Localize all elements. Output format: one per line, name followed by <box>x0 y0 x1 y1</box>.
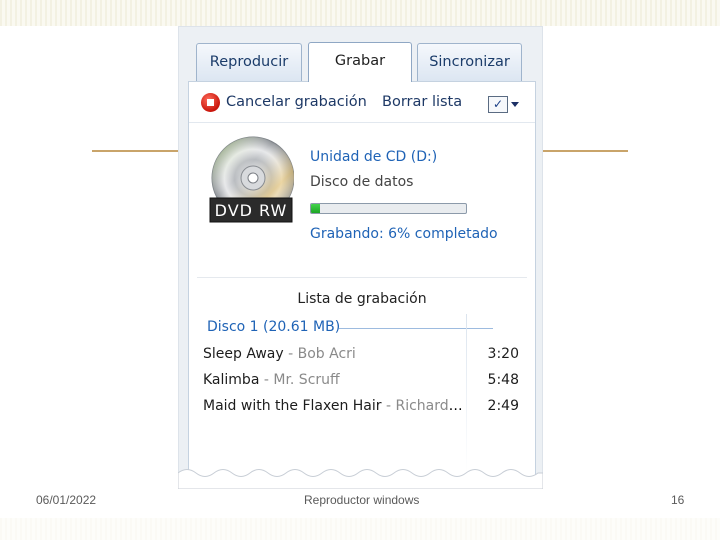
tab-sync[interactable]: Sincronizar <box>417 43 522 81</box>
track-main: Maid with the Flaxen Hair - Richard ... <box>203 398 465 414</box>
slide-decoration-line-right <box>540 150 628 152</box>
burn-status: Grabando: 6% completado <box>310 226 498 242</box>
tab-play[interactable]: Reproducir <box>196 43 302 81</box>
disc-header-rule <box>339 328 493 329</box>
media-player-screenshot: Reproducir Grabar Sincronizar Cancelar g… <box>178 26 543 489</box>
stop-icon <box>201 92 220 112</box>
track-row[interactable]: Kalimba - Mr. Scruff 5:48 <box>203 372 523 394</box>
footer-page-number: 16 <box>671 493 685 507</box>
track-main: Kalimba - Mr. Scruff <box>203 372 465 388</box>
clear-list-button[interactable]: Borrar lista <box>382 90 462 114</box>
track-separator: - <box>259 372 274 388</box>
track-artist: Bob Acri <box>297 346 356 362</box>
section-divider <box>197 277 527 278</box>
track-separator: - <box>381 398 396 414</box>
slide-background-strip-bottom <box>0 518 720 540</box>
slide-background-strip <box>0 0 720 26</box>
torn-edge <box>178 469 543 489</box>
disc-header[interactable]: Disco 1 (20.61 MB) <box>207 319 340 335</box>
track-title: Kalimba <box>203 372 260 388</box>
track-row[interactable]: Maid with the Flaxen Hair - Richard ... … <box>203 398 523 420</box>
track-artist: Mr. Scruff <box>273 372 340 388</box>
column-divider <box>466 314 467 474</box>
burn-progress-fill <box>311 204 321 213</box>
cancel-burn-button[interactable]: Cancelar grabación <box>201 90 367 114</box>
drive-name[interactable]: Unidad de CD (D:) <box>310 149 437 165</box>
burn-toolbar: Cancelar grabación Borrar lista ✓ <box>189 82 535 123</box>
track-main: Sleep Away - Bob Acri <box>203 346 465 362</box>
burn-progress-bar <box>310 203 467 214</box>
track-duration: 2:49 <box>487 398 519 414</box>
burn-options-button[interactable]: ✓ <box>488 92 519 116</box>
cancel-burn-label: Cancelar grabación <box>226 94 367 110</box>
tab-bar: Reproducir Grabar Sincronizar <box>178 26 543 82</box>
tab-burn[interactable]: Grabar <box>308 42 412 82</box>
footer-date: 06/01/2022 <box>36 493 97 507</box>
chevron-down-icon <box>511 101 519 107</box>
track-title: Sleep Away <box>203 346 284 362</box>
burn-list-title: Lista de grabación <box>297 291 427 307</box>
track-duration: 3:20 <box>487 346 519 362</box>
track-duration: 5:48 <box>487 372 519 388</box>
track-separator: - <box>283 346 298 362</box>
disc-type: Disco de datos <box>310 174 414 190</box>
track-title: Maid with the Flaxen Hair <box>203 398 382 414</box>
slide-decoration-line-left <box>92 150 180 152</box>
checklist-icon: ✓ <box>488 95 508 113</box>
footer-title: Reproductor windows <box>304 493 420 507</box>
track-row[interactable]: Sleep Away - Bob Acri 3:20 <box>203 346 523 368</box>
dvd-icon-label: DVD RW <box>214 201 288 220</box>
track-artist: Richard ... <box>395 398 465 414</box>
burn-pane: Cancelar grabación Borrar lista ✓ DVD RW… <box>188 81 536 489</box>
